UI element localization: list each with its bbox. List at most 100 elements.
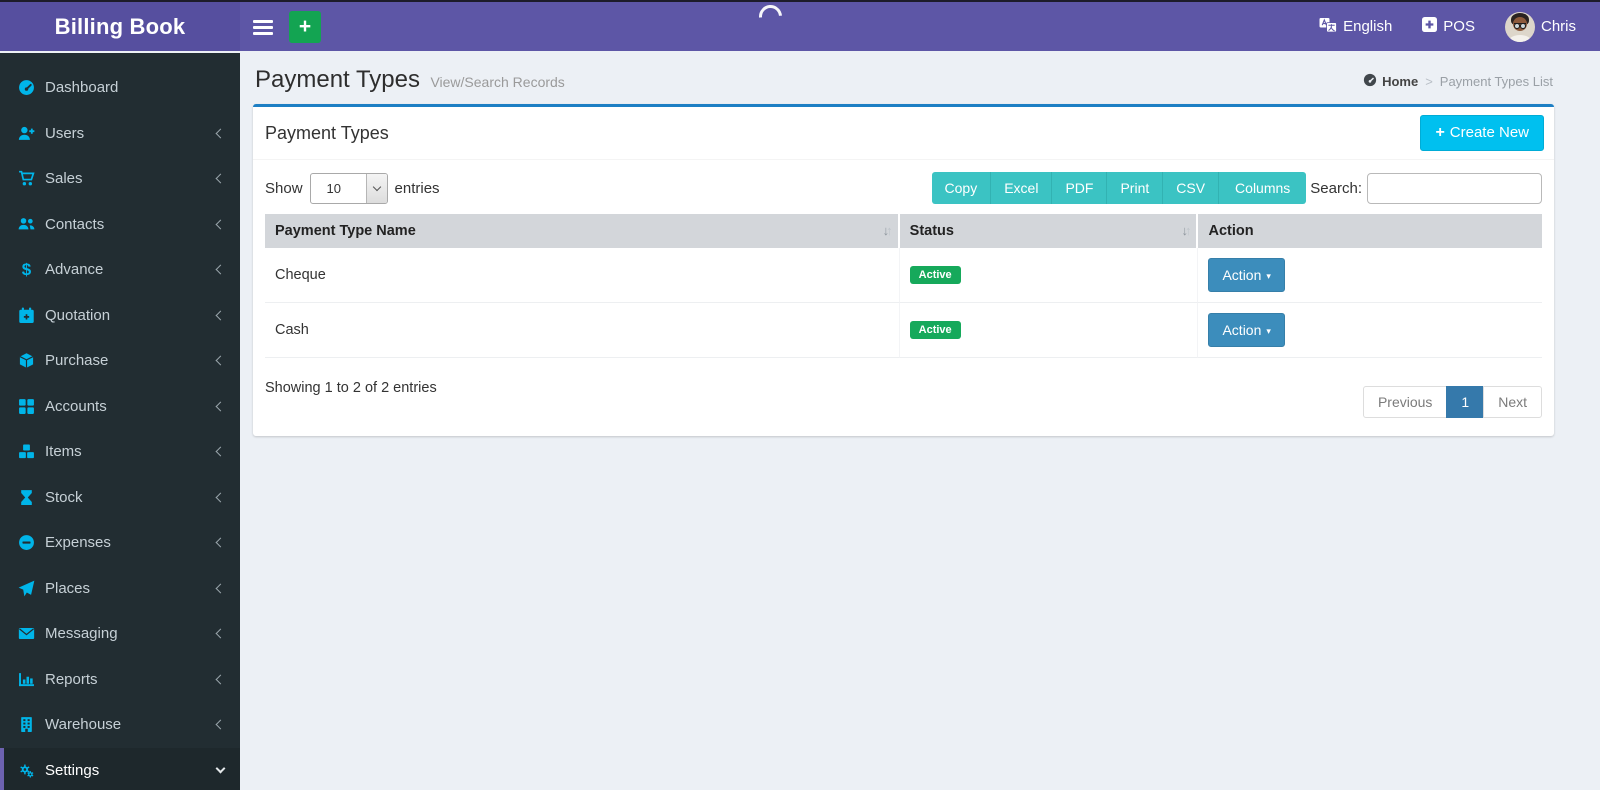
page-length-select[interactable]: 10 [309, 172, 388, 204]
dashboard-icon [18, 79, 35, 96]
envelope-icon [18, 625, 35, 642]
action-dropdown-button[interactable]: Action ▾ [1208, 313, 1285, 347]
chevron-left-icon [215, 401, 226, 412]
table-row: Cheque Active Action ▾ [265, 248, 1542, 303]
toolbar-right: Copy Excel PDF Print CSV Columns Search: [931, 172, 1542, 204]
breadcrumb: Home > Payment Types List [1363, 73, 1585, 94]
excel-button[interactable]: Excel [991, 172, 1053, 204]
pagination-next-button[interactable]: Next [1483, 386, 1542, 418]
create-new-button[interactable]: + Create New [1420, 115, 1544, 151]
pagination: Previous 1 Next [1362, 386, 1542, 418]
table-toolbar: Show 10 entries Copy Excel PDF Print CSV… [265, 172, 1542, 204]
pagination-previous-button[interactable]: Previous [1362, 386, 1448, 418]
sidebar-item-purchase[interactable]: Purchase [0, 338, 240, 384]
sidebar-item-dashboard[interactable]: Dashboard [0, 65, 240, 111]
search-input[interactable] [1367, 172, 1542, 204]
table-footer: Showing 1 to 2 of 2 entries Previous 1 N… [265, 358, 1542, 418]
sidebar-item-reports[interactable]: Reports [0, 657, 240, 703]
chevron-left-icon [215, 355, 226, 366]
sidebar-item-settings[interactable]: Settings [0, 747, 240, 790]
search-label: Search: [1310, 179, 1362, 197]
panel-header: Payment Types + Create New [253, 107, 1554, 160]
quick-add-button[interactable]: + [289, 10, 321, 43]
column-header-payment-type-name[interactable]: Payment Type Name ↓↑ [265, 214, 900, 248]
sidebar-item-expenses[interactable]: Expenses [0, 520, 240, 566]
sidebar-item-warehouse[interactable]: Warehouse [0, 702, 240, 748]
hourglass-icon [18, 489, 35, 506]
caret-down-icon: ▾ [1266, 325, 1271, 336]
grid-icon [18, 398, 35, 415]
table-row: Cash Active Action ▾ [265, 303, 1542, 358]
pos-plus-icon [1422, 17, 1438, 36]
status-badge: Active [909, 321, 961, 339]
paper-plane-icon [18, 580, 35, 597]
sidebar-item-stock[interactable]: Stock [0, 475, 240, 521]
app-logo[interactable]: Billing Book [0, 2, 240, 51]
user-plus-icon [18, 125, 35, 142]
pdf-button[interactable]: PDF [1052, 172, 1108, 204]
columns-button[interactable]: Columns [1219, 172, 1307, 204]
csv-button[interactable]: CSV [1163, 172, 1220, 204]
language-menu[interactable]: English [1319, 17, 1392, 37]
calendar-plus-icon [18, 307, 35, 324]
pos-menu[interactable]: POS [1422, 17, 1475, 36]
chevron-down-icon [215, 763, 226, 774]
sidebar-item-contacts[interactable]: Contacts [0, 202, 240, 248]
copy-button[interactable]: Copy [931, 172, 992, 204]
cube-icon [18, 352, 35, 369]
breadcrumb-separator: > [1425, 74, 1433, 89]
action-dropdown-button[interactable]: Action ▾ [1208, 258, 1285, 292]
sidebar-item-sales[interactable]: Sales [0, 156, 240, 202]
sidebar-toggle-icon[interactable] [253, 19, 273, 35]
loading-spinner-icon [754, 0, 787, 33]
breadcrumb-home-link[interactable]: Home [1363, 73, 1418, 90]
navbar-left: + [240, 0, 1319, 51]
column-header-status[interactable]: Status ↓↑ [899, 214, 1199, 248]
sort-icon: ↓↑ [1181, 223, 1191, 238]
plus-icon: + [1435, 124, 1445, 141]
export-button-group: Copy Excel PDF Print CSV Columns [931, 172, 1307, 204]
top-navbar: Billing Book + English POS Chris [0, 0, 1600, 51]
page-length-control: Show 10 entries [265, 172, 440, 204]
sidebar-item-messaging[interactable]: Messaging [0, 611, 240, 657]
chevron-left-icon [215, 719, 226, 730]
panel-body: Show 10 entries Copy Excel PDF Print CSV… [253, 160, 1554, 436]
app-window: Billing Book + English POS Chris Dashboa… [0, 0, 1600, 790]
sidebar-item-users[interactable]: Users [0, 111, 240, 157]
payment-type-name-cell: Cheque [265, 248, 900, 303]
chevron-left-icon [215, 583, 226, 594]
chevron-left-icon [215, 219, 226, 230]
language-icon [1319, 17, 1337, 37]
chevron-left-icon [215, 674, 226, 685]
payment-types-panel: Payment Types + Create New Show 10 entrie… [253, 104, 1554, 436]
breadcrumb-current: Payment Types List [1439, 74, 1553, 89]
pagination-page-1-button[interactable]: 1 [1446, 386, 1485, 418]
sidebar-item-accounts[interactable]: Accounts [0, 384, 240, 430]
payment-type-name-cell: Cash [265, 303, 900, 358]
sidebar-item-quotation[interactable]: Quotation [0, 293, 240, 339]
sidebar-item-advance[interactable]: $ Advance [0, 247, 240, 293]
chevron-left-icon [215, 628, 226, 639]
minus-circle-icon [18, 534, 35, 551]
cubes-icon [18, 443, 35, 460]
chevron-left-icon [215, 128, 226, 139]
caret-down-icon: ▾ [1266, 270, 1271, 281]
home-dashboard-icon [1363, 73, 1377, 90]
sidebar-item-items[interactable]: Items [0, 429, 240, 475]
users-group-icon [18, 216, 35, 233]
main-content: Payment Types View/Search Records Home >… [240, 53, 1600, 790]
chevron-left-icon [215, 446, 226, 457]
print-button[interactable]: Print [1107, 172, 1164, 204]
panel-title: Payment Types [265, 122, 389, 143]
sort-icon: ↓↑ [882, 223, 893, 238]
chevron-left-icon [215, 492, 226, 503]
payment-types-table: Payment Type Name ↓↑ Status ↓↑ Action Ch… [265, 214, 1542, 358]
page-title: Payment Types [255, 66, 420, 93]
chevron-left-icon [215, 537, 226, 548]
sidebar-item-places[interactable]: Places [0, 566, 240, 612]
search-control: Search: [1310, 172, 1542, 204]
user-menu[interactable]: Chris [1504, 11, 1576, 42]
table-header-row: Payment Type Name ↓↑ Status ↓↑ Action [265, 214, 1542, 248]
cart-icon [18, 170, 35, 187]
content-header: Payment Types View/Search Records Home >… [240, 53, 1600, 104]
